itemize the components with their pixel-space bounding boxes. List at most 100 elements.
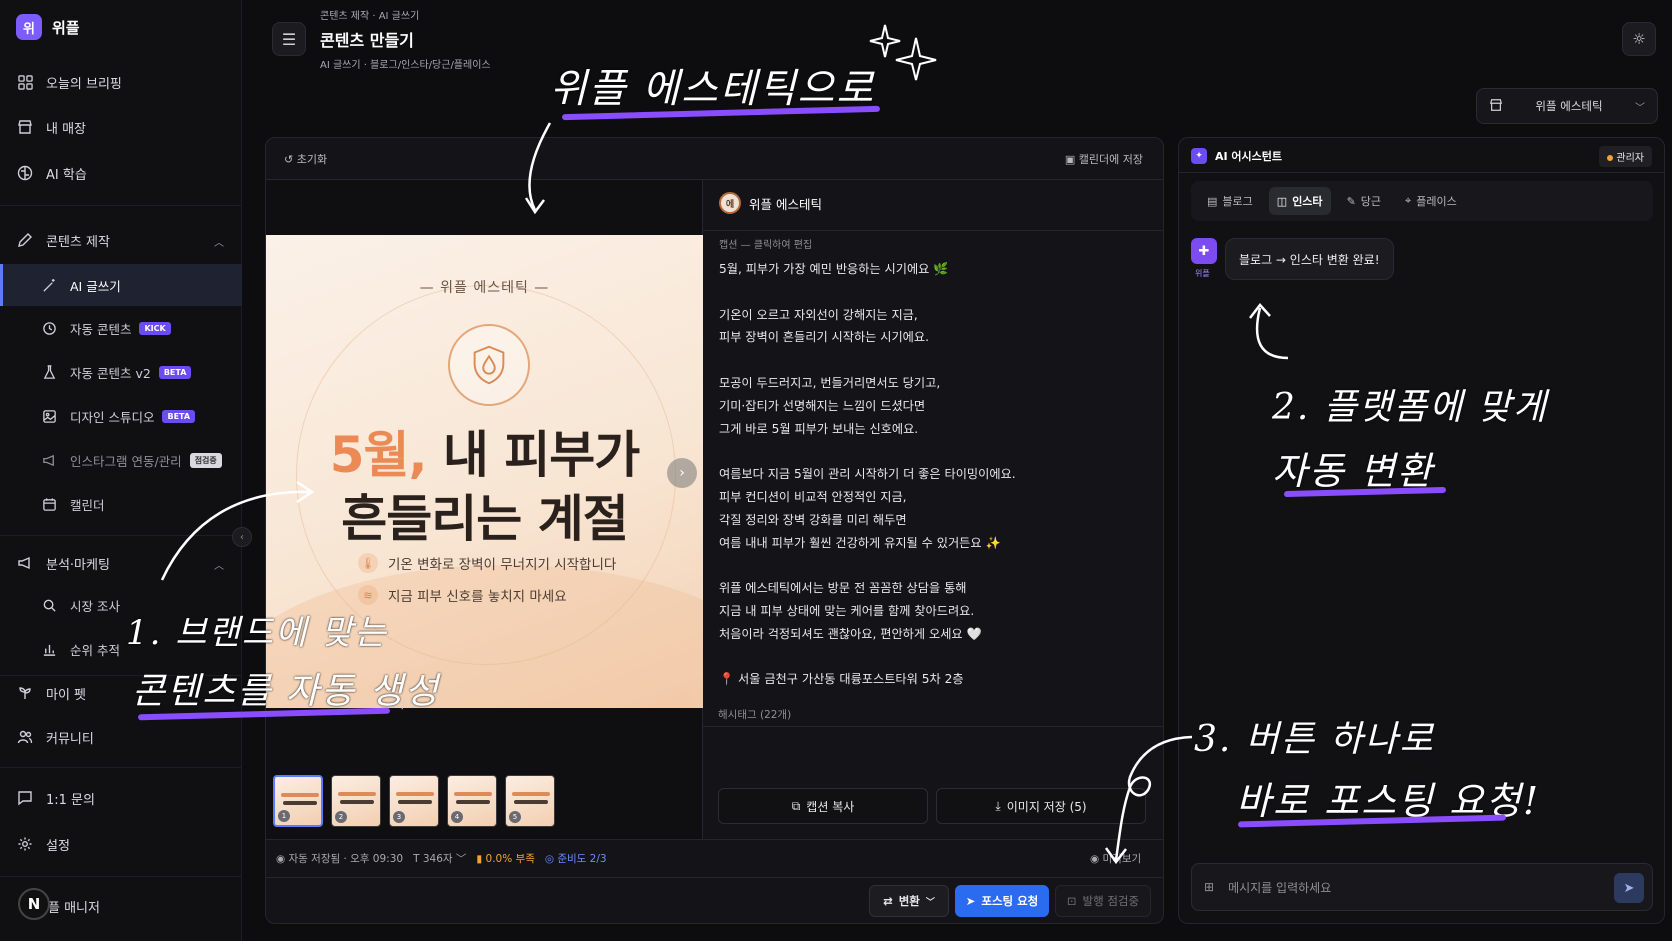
chevron-down-icon: ﹀	[925, 897, 935, 908]
calendar-icon	[40, 495, 58, 513]
sidebar-item-ai-writing[interactable]: AI 글쓰기	[0, 264, 242, 306]
char-count: T 346자 ﹀	[413, 853, 467, 865]
message-input[interactable]: ⊞ 메시지를 입력하세요 ➤	[1191, 863, 1653, 911]
send-button[interactable]: ➤	[1614, 873, 1644, 903]
sidebar-item-label: 커뮤니티	[46, 731, 94, 747]
post-request-button[interactable]: ➤ 포스팅 요청	[955, 885, 1049, 917]
card-headline: 5월, 내 피부가 흔들리는 계절	[266, 423, 703, 551]
thumbnail[interactable]: 5	[505, 775, 555, 827]
brand[interactable]: 위 위플	[16, 14, 80, 40]
annotation-arrow	[160, 480, 315, 581]
account-name: 위플 에스테틱	[749, 196, 822, 212]
sprout-icon	[16, 684, 34, 702]
divider	[703, 230, 1163, 231]
assistant-message: 블로그 → 인스타 변환 완료!	[1225, 238, 1394, 280]
flask-icon	[40, 363, 58, 381]
card-bullet: ≋ 지금 피부 신호를 놓치지 마세요	[358, 585, 567, 605]
sidebar-item-ai-learning[interactable]: AI 학습	[0, 153, 242, 193]
convert-button[interactable]: ⇄ 변환 ﹀	[869, 885, 949, 917]
thumbnail[interactable]: 4	[447, 775, 497, 827]
autosave-status: ◉ 자동 저장됨 · 오후 09:30	[276, 853, 404, 865]
sidebar-item-settings[interactable]: 설정	[0, 824, 242, 864]
page-subtitle: AI 글쓰기 · 블로그/인스타/당근/플레이스	[320, 60, 491, 71]
reset-button[interactable]: ↺ 초기화	[284, 151, 327, 167]
store-select-value: 위플 에스테틱	[1535, 99, 1603, 113]
sidebar-item-my-store[interactable]: 내 매장	[0, 107, 242, 147]
caption-text[interactable]: 5월, 피부가 가장 예민 반응하는 시기에요 🌿 기온이 오르고 자외선이 강…	[719, 258, 1149, 691]
hashtag-label[interactable]: 해시태그 (22개)	[718, 707, 791, 722]
thumbnail[interactable]: 3	[389, 775, 439, 827]
chevron-right-icon: ›	[679, 465, 685, 481]
check-icon: ⊡	[1066, 894, 1077, 908]
sidebar-item-auto-content-v2[interactable]: 자동 콘텐츠 v2 BETA	[0, 352, 242, 392]
chevron-up-icon[interactable]: ︿	[214, 234, 224, 249]
copy-caption-button[interactable]: ⧉ 캡션 복사	[718, 788, 928, 824]
card-brand: — 위플 에스테틱 —	[419, 280, 550, 296]
sidebar-item-inquiry[interactable]: 1:1 문의	[0, 778, 242, 818]
image-attach-icon[interactable]: ⊞	[1204, 880, 1214, 894]
chevron-down-icon: ﹀	[1635, 102, 1645, 114]
send-icon: ➤	[965, 894, 976, 908]
card-headline-rest: 내 피부가	[426, 426, 640, 484]
length-warning: ▮ 0.0% 부족	[476, 853, 535, 865]
sidebar-item-label: AI 글쓰기	[70, 278, 121, 294]
sidebar-section-content[interactable]: 콘텐츠 제작 ︿	[0, 220, 242, 260]
status-bar: ◉ 자동 저장됨 · 오후 09:30 T 346자 ﹀ ▮ 0.0% 부족 ◎…	[276, 851, 607, 866]
wind-icon: ≋	[358, 585, 378, 605]
sidebar-item-label: 캘린더	[70, 497, 105, 513]
thermometer-icon: 🌡	[358, 553, 378, 573]
save-to-calendar-button[interactable]: ▣ 캘린더에 저장	[1065, 151, 1143, 167]
sidebar-item-label: AI 학습	[46, 167, 87, 183]
download-icon: ⤓	[995, 798, 1001, 813]
tab-blog[interactable]: ▤ 블로그	[1199, 187, 1261, 215]
card-headline-accent: 5월,	[329, 426, 428, 484]
store-select[interactable]: 위플 에스테틱 ﹀	[1476, 88, 1658, 124]
sidebar-item-label: 자동 콘텐츠	[70, 321, 132, 337]
tab-daangn[interactable]: ✎ 당근	[1339, 187, 1389, 215]
sidebar: 위 위플 오늘의 브리핑 내 매장 AI 학습 콘텐츠 제작 ︿ AI 글쓰기 …	[0, 0, 242, 941]
send-icon: ➤	[1623, 880, 1635, 896]
sidebar-item-briefing[interactable]: 오늘의 브리핑	[0, 62, 242, 102]
copy-icon: ⧉	[791, 798, 801, 813]
sidebar-divider	[0, 767, 242, 768]
theme-toggle-button[interactable]: ☼	[1622, 22, 1656, 56]
sidebar-item-community[interactable]: 커뮤니티	[0, 717, 242, 757]
sidebar-item-instagram[interactable]: 인스타그램 연동/관리 점검중	[0, 440, 242, 480]
tab-place[interactable]: ⌖ 플레이스	[1397, 187, 1465, 215]
platform-tabs: ▤ 블로그 ◫ 인스타 ✎ 당근 ⌖ 플레이스	[1191, 181, 1653, 221]
sidebar-item-label: 내 매장	[46, 121, 87, 137]
thumbnail[interactable]: 2	[331, 775, 381, 827]
sidebar-item-auto-content[interactable]: 자동 콘텐츠 KICK	[0, 308, 242, 348]
sidebar-item-label: 시장 조사	[70, 598, 120, 614]
calendar-icon: ▣	[1064, 153, 1076, 166]
gear-icon	[16, 835, 34, 853]
bot-avatar: ✚	[1191, 238, 1217, 264]
sidebar-item-design-studio[interactable]: 디자인 스튜디오 BETA	[0, 396, 242, 436]
clock-icon	[40, 319, 58, 337]
editor-toolbar: ↺ 초기화 ▣ 캘린더에 저장	[266, 138, 1163, 180]
breadcrumb: 콘텐츠 제작 · AI 글쓰기	[320, 11, 420, 22]
caption-label: 캡션 — 클릭하여 편집	[719, 240, 813, 251]
beta-badge: BETA	[162, 409, 196, 423]
annotation-right-line1: 2. 플랫폼에 맞게	[1272, 387, 1548, 428]
store-icon	[1489, 98, 1503, 115]
users-icon	[16, 728, 34, 746]
thumbnail[interactable]: 1	[273, 775, 323, 827]
image-preview-area: — 위플 에스테틱 — 5월, 내 피부가 흔들리는 계절 🌡 기온 변화로 장…	[266, 180, 703, 840]
tab-instagram[interactable]: ◫ 인스타	[1268, 187, 1331, 215]
annotation-arrow	[1104, 735, 1193, 865]
sidebar-item-label: 분석·마케팅	[46, 557, 110, 573]
sidebar-item-label: 디자인 스튜디오	[70, 409, 155, 425]
bar-chart-icon	[40, 640, 58, 658]
avatar[interactable]: N	[18, 888, 50, 920]
reset-icon: ↺	[284, 153, 294, 166]
image-icon	[40, 407, 58, 425]
hamburger-icon: ☰	[281, 29, 297, 49]
store-icon	[16, 118, 34, 136]
annotation-bottom-line1: 3. 버튼 하나로	[1194, 719, 1435, 760]
annotation-arrow	[1249, 303, 1289, 360]
sparkle-icon: ✚	[1198, 243, 1210, 259]
next-slide-button[interactable]: ›	[667, 458, 697, 488]
annotation-left-line2: 콘텐츠를 자동 생성	[132, 671, 440, 712]
menu-button[interactable]: ☰	[272, 22, 306, 56]
